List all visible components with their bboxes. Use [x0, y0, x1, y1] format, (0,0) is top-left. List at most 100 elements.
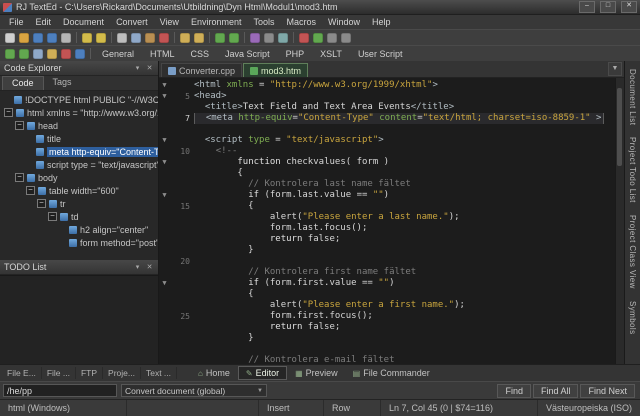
code-line-text[interactable]: alert("Please enter a last name."); [194, 212, 624, 223]
find-button[interactable]: Find [497, 384, 531, 398]
macro-record-icon[interactable] [299, 33, 309, 43]
fold-marker-icon[interactable]: ▼ [159, 190, 170, 201]
code-line[interactable]: } [159, 333, 624, 344]
code-line-text[interactable]: { [194, 168, 624, 179]
menu-document[interactable]: Document [57, 17, 110, 27]
code-line[interactable]: ▼<html xmlns = "http://www.w3.org/1999/x… [159, 80, 624, 91]
code-line-text[interactable]: <!-- [194, 146, 624, 157]
docked-tab[interactable]: File E... [2, 367, 42, 379]
code-line-text[interactable]: { [194, 289, 624, 300]
menu-macros[interactable]: Macros [280, 17, 322, 27]
color-picker-icon[interactable] [250, 33, 260, 43]
paste-icon[interactable] [145, 33, 155, 43]
code-line[interactable] [159, 344, 624, 355]
code-line[interactable]: ▼ function checkvalues( form ) [159, 157, 624, 168]
tree-item[interactable]: form method="post" [0, 236, 158, 249]
fold-marker-icon[interactable]: ▼ [159, 91, 170, 102]
docked-tab[interactable]: Proje... [103, 367, 141, 379]
fold-marker-icon[interactable]: ▼ [159, 80, 170, 91]
view-tab-preview[interactable]: ▦Preview [288, 366, 345, 380]
open-file-icon[interactable] [19, 33, 29, 43]
code-line-text[interactable]: <meta http-equiv="Content-Type" content=… [194, 113, 624, 124]
code-line-text[interactable]: <script type = "text/javascript"> [194, 135, 624, 146]
code-line-text[interactable]: <head> [194, 91, 624, 102]
lang-tab-xslt[interactable]: XSLT [313, 48, 349, 60]
code-line[interactable]: return false; [159, 322, 624, 333]
code-line-text[interactable]: { [194, 201, 624, 212]
validate-icon[interactable] [61, 49, 71, 59]
collapse-icon[interactable]: − [48, 212, 57, 221]
code-line-text[interactable]: <title>Text Field and Text Area Events</… [194, 102, 624, 113]
code-line[interactable]: alert("Please enter a first name."); [159, 300, 624, 311]
code-line-text[interactable]: alert("Please enter a first name."); [194, 300, 624, 311]
code-line[interactable]: { [159, 168, 624, 179]
lang-tab-html[interactable]: HTML [143, 48, 182, 60]
panel-close-icon[interactable]: ✕ [145, 64, 154, 73]
highlight-icon[interactable] [47, 49, 57, 59]
tree-item[interactable]: meta http-equiv="Content-Type" [0, 145, 158, 158]
word-wrap-icon[interactable] [19, 49, 29, 59]
code-line[interactable]: ▼5<head> [159, 91, 624, 102]
redo-icon[interactable] [96, 33, 106, 43]
code-line[interactable]: ▼ if (form.last.value == "") [159, 190, 624, 201]
menu-environment[interactable]: Environment [185, 17, 248, 27]
code-line-text[interactable] [194, 344, 624, 355]
tree-item[interactable]: script type = "text/javascript" [0, 158, 158, 171]
fold-marker-icon[interactable]: ▼ [159, 157, 170, 168]
code-line-text[interactable]: } [194, 333, 624, 344]
syntax-check-icon[interactable] [229, 33, 239, 43]
todo-list-body[interactable] [0, 275, 158, 364]
code-line-text[interactable] [194, 124, 624, 135]
document-tab-converter-cpp[interactable]: Converter.cpp [161, 63, 242, 77]
copy-icon[interactable] [131, 33, 141, 43]
fullscreen-icon[interactable] [341, 33, 351, 43]
tree-item[interactable]: h2 align="center" [0, 223, 158, 236]
tree-item[interactable]: −table width="600" [0, 184, 158, 197]
save-icon[interactable] [33, 33, 43, 43]
collapse-icon[interactable]: − [4, 108, 13, 117]
code-line[interactable]: alert("Please enter a last name."); [159, 212, 624, 223]
code-line[interactable] [159, 124, 624, 135]
collapse-icon[interactable]: − [15, 121, 24, 130]
fold-marker-icon[interactable]: ▼ [159, 135, 170, 146]
code-line[interactable]: 7 <meta http-equiv="Content-Type" conten… [159, 113, 624, 124]
tree-item[interactable]: !DOCTYPE html PUBLIC "-//W3C//DTD XH [0, 93, 158, 106]
panel-close-icon[interactable]: ✕ [145, 263, 154, 272]
code-line[interactable]: 10 <!-- [159, 146, 624, 157]
scrollbar-thumb[interactable] [617, 88, 622, 166]
code-line[interactable]: form.last.focus(); [159, 223, 624, 234]
collapse-icon[interactable]: − [15, 173, 24, 182]
code-line-text[interactable]: if (form.first.value == "") [194, 278, 624, 289]
right-tab-symbols[interactable]: Symbols [628, 301, 637, 334]
code-line-text[interactable]: form.first.focus(); [194, 311, 624, 322]
code-line-text[interactable] [194, 256, 624, 267]
sync-scroll-icon[interactable] [5, 49, 15, 59]
tree-item[interactable]: −body [0, 171, 158, 184]
right-tab-document-list[interactable]: Document List [628, 69, 637, 125]
close-button[interactable]: ✕ [621, 1, 637, 13]
explorer-tab-code[interactable]: Code [2, 76, 44, 90]
vertical-scrollbar[interactable] [615, 78, 624, 364]
code-line-text[interactable]: return false; [194, 322, 624, 333]
menu-file[interactable]: File [3, 17, 30, 27]
code-line[interactable]: // Kontrolera last name fältet [159, 179, 624, 190]
code-line-text[interactable]: } [194, 245, 624, 256]
code-line-text[interactable]: // Kontrolera first name fältet [194, 267, 624, 278]
panel-menu-icon[interactable]: ▾ [133, 263, 142, 272]
menu-tools[interactable]: Tools [247, 17, 280, 27]
docked-tab[interactable]: FTP [76, 367, 103, 379]
code-line[interactable]: { [159, 289, 624, 300]
right-tab-project-class-view[interactable]: Project Class View [628, 215, 637, 289]
docked-tab[interactable]: File ... [42, 367, 76, 379]
print-icon[interactable] [61, 33, 71, 43]
view-tab-file-commander[interactable]: ▤File Commander [346, 366, 437, 380]
lang-tab-css[interactable]: CSS [184, 48, 217, 60]
code-line[interactable]: <title>Text Field and Text Area Events</… [159, 102, 624, 113]
find-next-button[interactable]: Find Next [580, 384, 635, 398]
find-icon[interactable] [180, 33, 190, 43]
search-input[interactable] [3, 384, 117, 397]
code-line-text[interactable]: // Kontrolera last name fältet [194, 179, 624, 190]
menu-edit[interactable]: Edit [30, 17, 58, 27]
lang-tab-general[interactable]: General [95, 48, 141, 60]
code-line[interactable]: } [159, 245, 624, 256]
